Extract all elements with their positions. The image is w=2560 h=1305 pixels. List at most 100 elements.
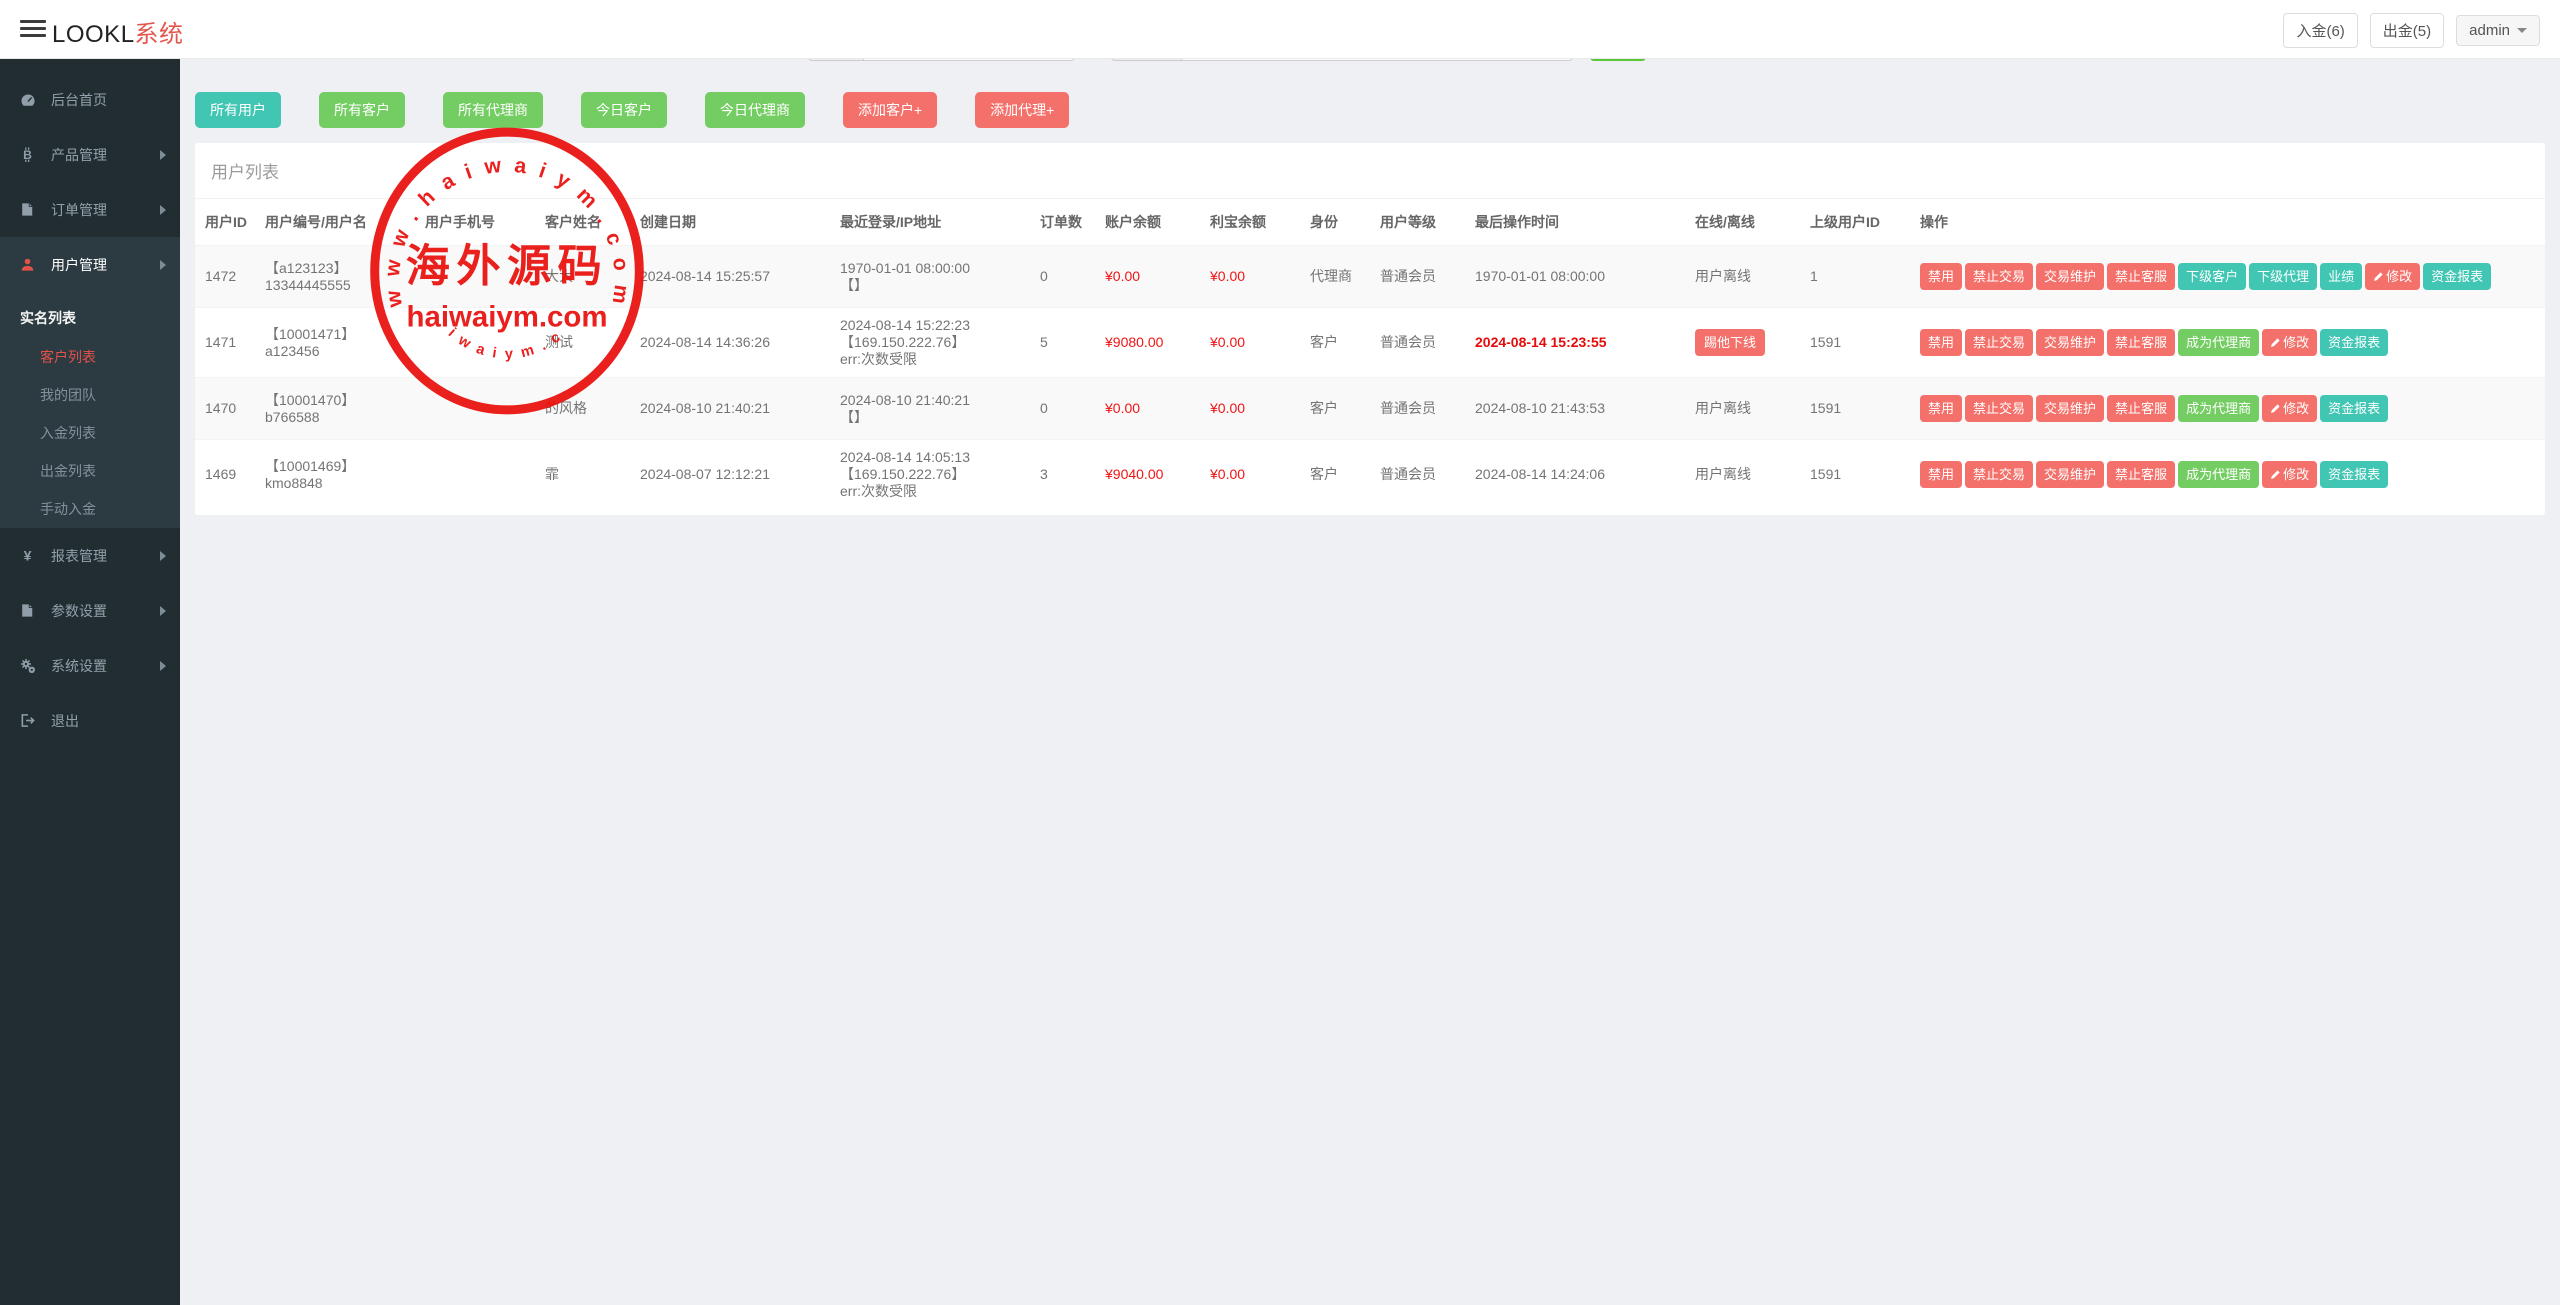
- cell-phone: [415, 246, 535, 308]
- toolbar: 所有用户 所有客户 所有代理商 今日客户 今日代理商 添加客户+ 添加代理+: [195, 92, 2545, 128]
- toolbar-button[interactable]: 今日客户: [581, 92, 667, 128]
- action-button[interactable]: 禁止交易: [1965, 263, 2033, 290]
- cell-role: 客户: [1300, 308, 1370, 378]
- sidebar-active-group: 用户管理实名列表客户列表我的团队入金列表出金列表手动入金: [0, 237, 180, 528]
- cell-phone: [415, 440, 535, 510]
- column-header: 最近登录/IP地址: [830, 199, 1030, 246]
- column-header: 操作: [1910, 199, 2545, 246]
- sidebar-subitem[interactable]: 我的团队: [0, 376, 180, 414]
- sidebar-item-label: 后台首页: [51, 90, 166, 110]
- cell-created: 2024-08-07 12:12:21: [630, 440, 830, 510]
- action-button[interactable]: 资金报表: [2423, 263, 2491, 290]
- cell-balance: ¥9080.00: [1095, 308, 1200, 378]
- bitcoin-icon: B: [20, 147, 42, 162]
- cell-balance: ¥0.00: [1095, 378, 1200, 440]
- sidebar-item[interactable]: 用户管理: [0, 237, 180, 292]
- action-button[interactable]: 资金报表: [2320, 395, 2388, 422]
- action-button[interactable]: 下级代理: [2249, 263, 2317, 290]
- action-button[interactable]: 成为代理商: [2178, 329, 2259, 356]
- chevron-right-icon: [160, 205, 166, 215]
- cell-level: 普通会员: [1370, 378, 1465, 440]
- cell-last-login: 2024-08-10 21:40:21【】: [830, 378, 1030, 440]
- action-button[interactable]: 禁止交易: [1965, 461, 2033, 488]
- sidebar-item[interactable]: 系统设置: [0, 638, 180, 693]
- action-button[interactable]: 禁用: [1920, 263, 1962, 290]
- column-header: 用户编号/用户名: [255, 199, 415, 246]
- toolbar-button[interactable]: 所有代理商: [443, 92, 543, 128]
- cell-balance: ¥9040.00: [1095, 440, 1200, 510]
- action-button[interactable]: 禁止客服: [2107, 395, 2175, 422]
- deposit-button[interactable]: 入金(6): [2283, 13, 2357, 48]
- panel-title: 用户列表: [195, 143, 2545, 199]
- action-button[interactable]: 禁用: [1920, 461, 1962, 488]
- cell-created: 2024-08-14 15:25:57: [630, 246, 830, 308]
- action-button[interactable]: 修改: [2262, 329, 2317, 356]
- action-button[interactable]: 禁止交易: [1965, 395, 2033, 422]
- sidebar-item-label: 退出: [51, 711, 166, 731]
- sidebar-item[interactable]: 订单管理: [0, 182, 180, 237]
- pencil-icon: [2270, 335, 2283, 350]
- action-button[interactable]: 成为代理商: [2178, 395, 2259, 422]
- sidebar-item-label: 用户管理: [51, 255, 160, 275]
- sidebar-item[interactable]: ¥报表管理: [0, 528, 180, 583]
- sidebar-subitem[interactable]: 手动入金: [0, 490, 180, 528]
- cell-actions: 禁用禁止交易交易维护禁止客服成为代理商修改资金报表: [1910, 440, 2545, 510]
- action-button[interactable]: 禁止客服: [2107, 461, 2175, 488]
- withdraw-button[interactable]: 出金(5): [2370, 13, 2444, 48]
- action-button[interactable]: 禁用: [1920, 329, 1962, 356]
- cell-level: 普通会员: [1370, 308, 1465, 378]
- sidebar-subitem[interactable]: 入金列表: [0, 414, 180, 452]
- sidebar-subitem[interactable]: 出金列表: [0, 452, 180, 490]
- action-button[interactable]: 业绩: [2320, 263, 2362, 290]
- cell-libao-balance: ¥0.00: [1200, 246, 1300, 308]
- sidebar-item[interactable]: 后台首页: [0, 72, 180, 127]
- sidebar-item[interactable]: 退出: [0, 693, 180, 748]
- action-button[interactable]: 修改: [2365, 263, 2420, 290]
- action-button[interactable]: 资金报表: [2320, 461, 2388, 488]
- action-button[interactable]: 禁用: [1920, 395, 1962, 422]
- sidebar-item[interactable]: B产品管理: [0, 127, 180, 182]
- kick-offline-button[interactable]: 踢他下线: [1695, 329, 1765, 356]
- sidebar-item[interactable]: 参数设置: [0, 583, 180, 638]
- file-icon: [20, 202, 42, 217]
- action-button[interactable]: 交易维护: [2036, 263, 2104, 290]
- toolbar-button[interactable]: 所有用户: [195, 92, 281, 128]
- column-header: 最后操作时间: [1465, 199, 1685, 246]
- toolbar-button[interactable]: 添加客户+: [843, 92, 937, 128]
- chevron-right-icon: [160, 150, 166, 160]
- action-button[interactable]: 交易维护: [2036, 461, 2104, 488]
- logo-suffix: 系统: [135, 21, 184, 48]
- admin-menu-button[interactable]: admin: [2456, 15, 2540, 46]
- action-button[interactable]: 禁止客服: [2107, 329, 2175, 356]
- sidebar-menu: 后台首页 B产品管理订单管理用户管理实名列表客户列表我的团队入金列表出金列表手动入…: [0, 59, 180, 748]
- menu-toggle-icon[interactable]: [20, 20, 46, 40]
- action-button[interactable]: 禁止客服: [2107, 263, 2175, 290]
- svg-text:B: B: [23, 148, 32, 162]
- action-button[interactable]: 修改: [2262, 461, 2317, 488]
- column-header: 客户姓名: [535, 199, 630, 246]
- sidebar-subitem[interactable]: 客户列表: [0, 338, 180, 376]
- cell-order-count: 5: [1030, 308, 1095, 378]
- cell-last-operation: 2024-08-14 14:24:06: [1465, 440, 1685, 510]
- sidebar-item-label: 报表管理: [51, 546, 160, 566]
- logo-prefix: LOOKL: [52, 21, 135, 48]
- action-button[interactable]: 成为代理商: [2178, 461, 2259, 488]
- chevron-right-icon: [160, 260, 166, 270]
- sidebar-item-label: 参数设置: [51, 601, 160, 621]
- action-button[interactable]: 下级客户: [2178, 263, 2246, 290]
- action-button[interactable]: 交易维护: [2036, 329, 2104, 356]
- action-button[interactable]: 交易维护: [2036, 395, 2104, 422]
- action-button[interactable]: 修改: [2262, 395, 2317, 422]
- action-button[interactable]: 资金报表: [2320, 329, 2388, 356]
- cell-phone: [415, 378, 535, 440]
- action-button[interactable]: 禁止交易: [1965, 329, 2033, 356]
- main-content: 类型 默认不选 用户名 搜索 所有用户所有客户所有代理商今日客户今日代理商添加客…: [180, 0, 2560, 530]
- cell-parent-id: 1: [1800, 246, 1910, 308]
- toolbar-button[interactable]: 所有客户: [319, 92, 405, 128]
- column-header: 账户余额: [1095, 199, 1200, 246]
- cell-level: 普通会员: [1370, 246, 1465, 308]
- sidebar: 后台首页 B产品管理订单管理用户管理实名列表客户列表我的团队入金列表出金列表手动入…: [0, 59, 180, 1305]
- toolbar-button[interactable]: 今日代理商: [705, 92, 805, 128]
- cell-last-operation: 2024-08-14 15:23:55: [1465, 308, 1685, 378]
- toolbar-button[interactable]: 添加代理+: [975, 92, 1069, 128]
